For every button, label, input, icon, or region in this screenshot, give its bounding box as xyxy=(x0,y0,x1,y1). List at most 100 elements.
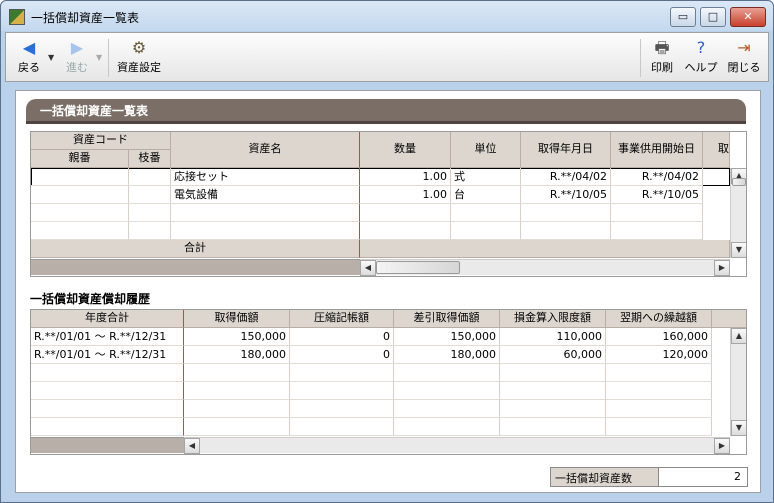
cell-acquired-date[interactable]: R.**/10/05 xyxy=(521,186,611,204)
scroll-down-arrow-icon[interactable]: ▼ xyxy=(731,242,746,258)
cell-net-acquisition[interactable]: 150,000 xyxy=(394,328,500,346)
header-carryover[interactable]: 翌期への繰越額 xyxy=(606,310,712,328)
header-branch-no[interactable]: 枝番 xyxy=(129,150,171,168)
forward-dropdown-icon[interactable]: ▼ xyxy=(96,53,102,62)
horizontal-scrollbar[interactable]: ◀ ▶ xyxy=(184,437,730,454)
empty-cell[interactable] xyxy=(611,204,703,222)
empty-cell[interactable] xyxy=(184,382,290,400)
header-deductible-limit[interactable]: 損金算入限度額 xyxy=(500,310,606,328)
empty-cell[interactable] xyxy=(290,418,394,436)
back-dropdown-icon[interactable]: ▼ xyxy=(48,53,54,62)
scroll-right-arrow-icon[interactable]: ▶ xyxy=(714,438,730,454)
header-fiscal-total[interactable]: 年度合計 xyxy=(31,310,184,328)
scroll-down-arrow-icon[interactable]: ▼ xyxy=(731,420,746,436)
cell-quantity[interactable]: 1.00 xyxy=(360,186,451,204)
cell-acquisition-value[interactable]: 150,000 xyxy=(184,328,290,346)
empty-cell[interactable] xyxy=(31,418,184,436)
empty-cell[interactable] xyxy=(31,400,184,418)
empty-cell[interactable] xyxy=(31,364,184,382)
empty-cell[interactable] xyxy=(184,364,290,382)
header-truncated[interactable]: 取 xyxy=(703,132,730,168)
cell-asset-name[interactable]: 応接セット xyxy=(171,168,360,186)
empty-cell[interactable] xyxy=(606,382,712,400)
header-acquisition-value[interactable]: 取得価額 xyxy=(184,310,290,328)
cell-unit[interactable]: 台 xyxy=(451,186,521,204)
cell-parent-no[interactable] xyxy=(31,168,129,186)
cell-parent-no[interactable] xyxy=(31,186,129,204)
empty-cell[interactable] xyxy=(184,400,290,418)
header-in-service-date[interactable]: 事業供用開始日 xyxy=(611,132,703,168)
scroll-thumb[interactable] xyxy=(732,178,746,186)
scroll-up-arrow-icon[interactable]: ▲ xyxy=(731,328,746,344)
empty-cell[interactable] xyxy=(500,418,606,436)
empty-cell[interactable] xyxy=(31,204,129,222)
empty-cell[interactable] xyxy=(451,222,521,240)
print-button[interactable]: 🖶 印刷 xyxy=(646,37,678,79)
cell-deductible-limit[interactable]: 60,000 xyxy=(500,346,606,364)
empty-cell[interactable] xyxy=(290,364,394,382)
header-asset-name[interactable]: 資産名 xyxy=(171,132,360,168)
scroll-left-arrow-icon[interactable]: ◀ xyxy=(184,438,200,454)
empty-cell[interactable] xyxy=(521,204,611,222)
empty-cell[interactable] xyxy=(500,382,606,400)
title-bar[interactable]: 一括償却資産一覧表 ▭ □ ✕ xyxy=(1,1,773,31)
empty-cell[interactable] xyxy=(606,418,712,436)
asset-settings-button[interactable]: ⚙ 資産設定 xyxy=(114,37,164,79)
header-compressed-entry[interactable]: 圧縮記帳額 xyxy=(290,310,394,328)
empty-cell[interactable] xyxy=(129,222,171,240)
close-button[interactable]: ⇥ 閉じる xyxy=(724,37,764,79)
empty-cell[interactable] xyxy=(290,400,394,418)
back-button[interactable]: ◀ 戻る xyxy=(12,37,46,79)
empty-cell[interactable] xyxy=(360,222,451,240)
empty-cell[interactable] xyxy=(521,222,611,240)
cell-compressed-entry[interactable]: 0 xyxy=(290,346,394,364)
cell-asset-name[interactable]: 電気設備 xyxy=(171,186,360,204)
cell-unit[interactable]: 式 xyxy=(451,168,521,186)
scroll-left-arrow-icon[interactable]: ◀ xyxy=(360,260,376,276)
cell-period[interactable]: R.**/01/01 ～ R.**/12/31 xyxy=(31,346,184,364)
empty-cell[interactable] xyxy=(606,400,712,418)
scroll-thumb[interactable] xyxy=(376,261,460,274)
cell-branch-no[interactable] xyxy=(129,168,171,186)
empty-cell[interactable] xyxy=(171,204,360,222)
empty-cell[interactable] xyxy=(394,400,500,418)
cell-net-acquisition[interactable]: 180,000 xyxy=(394,346,500,364)
empty-cell[interactable] xyxy=(31,382,184,400)
empty-cell[interactable] xyxy=(451,204,521,222)
empty-cell[interactable] xyxy=(184,418,290,436)
horizontal-scrollbar[interactable]: ◀ ▶ xyxy=(360,259,730,276)
vertical-scrollbar[interactable]: ▲ ▼ xyxy=(730,328,746,436)
cell-in-service-date[interactable]: R.**/04/02 xyxy=(611,168,703,186)
empty-cell[interactable] xyxy=(394,364,500,382)
close-window-button[interactable]: ✕ xyxy=(730,7,766,27)
minimize-button[interactable]: ▭ xyxy=(670,7,696,27)
vertical-scrollbar[interactable]: ▲ ▼ xyxy=(730,168,746,258)
cell-deductible-limit[interactable]: 110,000 xyxy=(500,328,606,346)
header-net-acquisition[interactable]: 差引取得価額 xyxy=(394,310,500,328)
cell-acquisition-value[interactable]: 180,000 xyxy=(184,346,290,364)
forward-button[interactable]: ▶ 進む xyxy=(60,37,94,79)
cell-quantity[interactable]: 1.00 xyxy=(360,168,451,186)
empty-cell[interactable] xyxy=(500,400,606,418)
header-parent-no[interactable]: 親番 xyxy=(31,150,129,168)
header-unit[interactable]: 単位 xyxy=(451,132,521,168)
cell-carryover[interactable]: 120,000 xyxy=(606,346,712,364)
scroll-right-arrow-icon[interactable]: ▶ xyxy=(714,260,730,276)
empty-cell[interactable] xyxy=(360,204,451,222)
empty-cell[interactable] xyxy=(290,382,394,400)
empty-cell[interactable] xyxy=(394,382,500,400)
header-acquired-date[interactable]: 取得年月日 xyxy=(521,132,611,168)
maximize-button[interactable]: □ xyxy=(700,7,726,27)
empty-cell[interactable] xyxy=(129,204,171,222)
empty-cell[interactable] xyxy=(394,418,500,436)
help-button[interactable]: ? ヘルプ xyxy=(682,37,720,79)
empty-cell[interactable] xyxy=(500,364,606,382)
header-asset-code[interactable]: 資産コード xyxy=(31,132,171,150)
empty-cell[interactable] xyxy=(31,222,129,240)
cell-period[interactable]: R.**/01/01 ～ R.**/12/31 xyxy=(31,328,184,346)
cell-in-service-date[interactable]: R.**/10/05 xyxy=(611,186,703,204)
empty-cell[interactable] xyxy=(606,364,712,382)
cell-carryover[interactable]: 160,000 xyxy=(606,328,712,346)
empty-cell[interactable] xyxy=(611,222,703,240)
empty-cell[interactable] xyxy=(171,222,360,240)
